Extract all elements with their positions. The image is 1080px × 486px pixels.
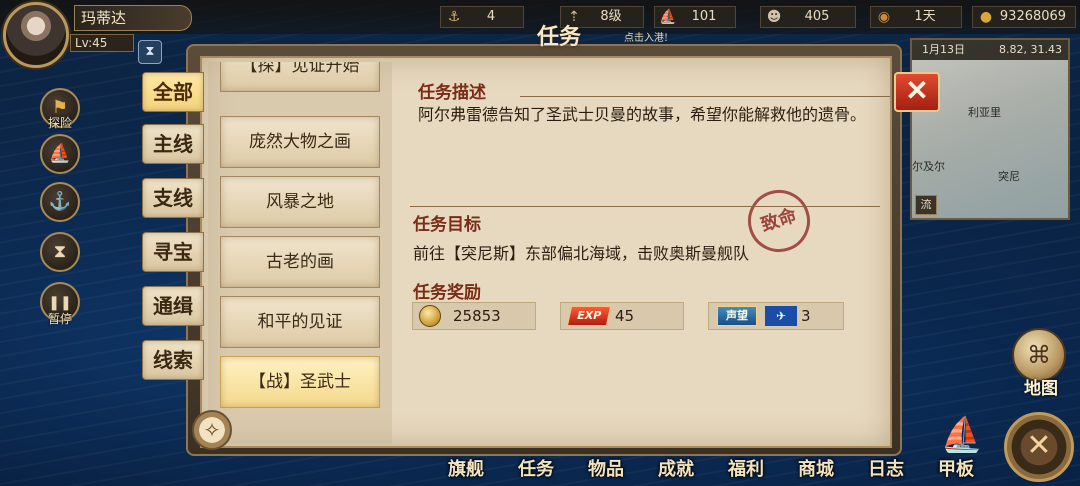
sail-compass-button[interactable]: ✕ <box>1004 412 1074 482</box>
crossed-swords-icon: ✕ <box>1026 428 1052 463</box>
coordinates: 8.82, 31.43 <box>999 43 1062 56</box>
tab-side[interactable]: 支线 <box>142 178 204 218</box>
food-icon: ◉ <box>877 9 891 25</box>
pause-icon: ❚❚ <box>48 295 72 311</box>
objective-title: 任务目标 <box>413 215 481 235</box>
gold-coin-icon <box>419 305 441 327</box>
quest-item-selected[interactable]: 【战】圣武士 <box>220 356 380 408</box>
nav-flagship[interactable]: 旗舰 <box>440 456 492 484</box>
port-hint[interactable]: 点击入港! <box>624 32 694 46</box>
player-avatar[interactable] <box>3 2 69 68</box>
map-place-label: 利亚里 <box>968 106 1001 119</box>
hourglass-icon: ⧗ <box>53 241 67 262</box>
quest-description: 阿尔弗雷德告知了圣武士贝曼的故事，希望你能解救他的遗骨。 <box>418 105 867 124</box>
game-date: 1月13日 <box>922 43 965 56</box>
quest-item[interactable]: 庞然大物之画 <box>220 116 380 168</box>
time-button[interactable]: ⧗ <box>40 232 80 272</box>
minimap[interactable]: 1月13日 8.82, 31.43 利亚里 尔及尔 突尼 流 <box>910 38 1070 220</box>
resource-value: 93268069 <box>999 9 1067 24</box>
quest-item[interactable]: 和平的见证 <box>220 296 380 348</box>
bottom-nav: 旗舰 任务 物品 成就 福利 商城 日志 甲板 <box>440 456 1000 486</box>
reward-reputation-value: 3 <box>801 307 811 325</box>
ship-icon: ⛵ <box>659 9 677 25</box>
tab-all[interactable]: 全部 <box>142 72 204 112</box>
nav-log[interactable]: 日志 <box>860 456 912 484</box>
crew-icon: ☻ <box>766 9 782 25</box>
sailor-icon: ⚓ <box>447 9 461 25</box>
anchor-button[interactable]: ⚓ <box>40 182 80 222</box>
resource-ships: ⛵ 101 <box>654 6 736 28</box>
resource-value: 101 <box>691 9 717 24</box>
scroll-map-icon: ⌘ <box>1027 341 1051 369</box>
tab-treasure[interactable]: 寻宝 <box>142 232 204 272</box>
resource-gold: ● 93268069 <box>972 6 1076 28</box>
resource-value: 1天 <box>914 9 936 24</box>
map-place-label: 尔及尔 <box>912 160 945 173</box>
anchor-icon: ⚓ <box>48 191 72 212</box>
bird-icon: ✈ <box>765 306 797 326</box>
pause-label: 暂停 <box>47 312 72 326</box>
divider <box>520 96 890 97</box>
gold-icon: ● <box>979 9 993 25</box>
reward-gold: 25853 <box>412 302 536 330</box>
reward-exp-value: 45 <box>615 307 635 325</box>
close-button[interactable]: ✕ <box>894 72 940 112</box>
nav-quests[interactable]: 任务 <box>510 456 562 484</box>
compass-icon: ✧ <box>192 410 232 450</box>
deck-ship-icon[interactable]: ⛵ <box>934 412 990 458</box>
explore-label: 探险 <box>47 116 72 130</box>
minimap-header: 1月13日 8.82, 31.43 <box>912 40 1068 60</box>
quest-item[interactable]: 【探】见证开始 <box>220 62 380 92</box>
player-name: 玛蒂达 <box>74 5 192 31</box>
sail-icon: ⛵ <box>48 143 72 164</box>
fleet-button[interactable]: ⛵ <box>40 134 80 174</box>
nav-welfare[interactable]: 福利 <box>720 456 772 484</box>
tab-wanted[interactable]: 通缉 <box>142 286 204 326</box>
reward-title: 任务奖励 <box>413 283 481 303</box>
tab-main[interactable]: 主线 <box>142 124 204 164</box>
current-flow-button[interactable]: 流 <box>915 195 937 215</box>
quest-item[interactable]: 风暴之地 <box>220 176 380 228</box>
reward-exp: EXP 45 <box>560 302 684 330</box>
resource-value: 405 <box>804 9 830 24</box>
quest-objective: 前往【突尼斯】东部偏北海域，击败奥斯曼舰队 <box>413 244 750 263</box>
player-level: Lv:45 <box>70 34 134 52</box>
nav-items[interactable]: 物品 <box>580 456 632 484</box>
nav-deck[interactable]: 甲板 <box>930 456 982 484</box>
map-place-label: 突尼 <box>998 170 1020 183</box>
reward-reputation: 声望 ✈ 3 <box>708 302 844 330</box>
hourglass-icon: ⧗ <box>145 44 155 59</box>
quest-list-clip: 【探】见证开始 <box>220 62 380 106</box>
exp-icon: EXP <box>566 306 612 326</box>
resource-crew: ☻ 405 <box>760 6 856 28</box>
panel-title: 任务 <box>536 24 581 50</box>
reward-gold-value: 25853 <box>453 307 501 325</box>
map-label: 地图 <box>1024 379 1058 399</box>
description-title: 任务描述 <box>418 83 486 103</box>
tab-clues[interactable]: 线索 <box>142 340 204 380</box>
timer-button[interactable]: ⧗ <box>138 40 162 64</box>
reputation-icon: 声望 <box>717 306 757 326</box>
quest-item[interactable]: 古老的画 <box>220 236 380 288</box>
resource-food: ◉ 1天 <box>870 6 962 28</box>
nav-achievements[interactable]: 成就 <box>650 456 702 484</box>
close-icon: ✕ <box>905 74 929 107</box>
divider <box>410 206 880 207</box>
nav-shop[interactable]: 商城 <box>790 456 842 484</box>
